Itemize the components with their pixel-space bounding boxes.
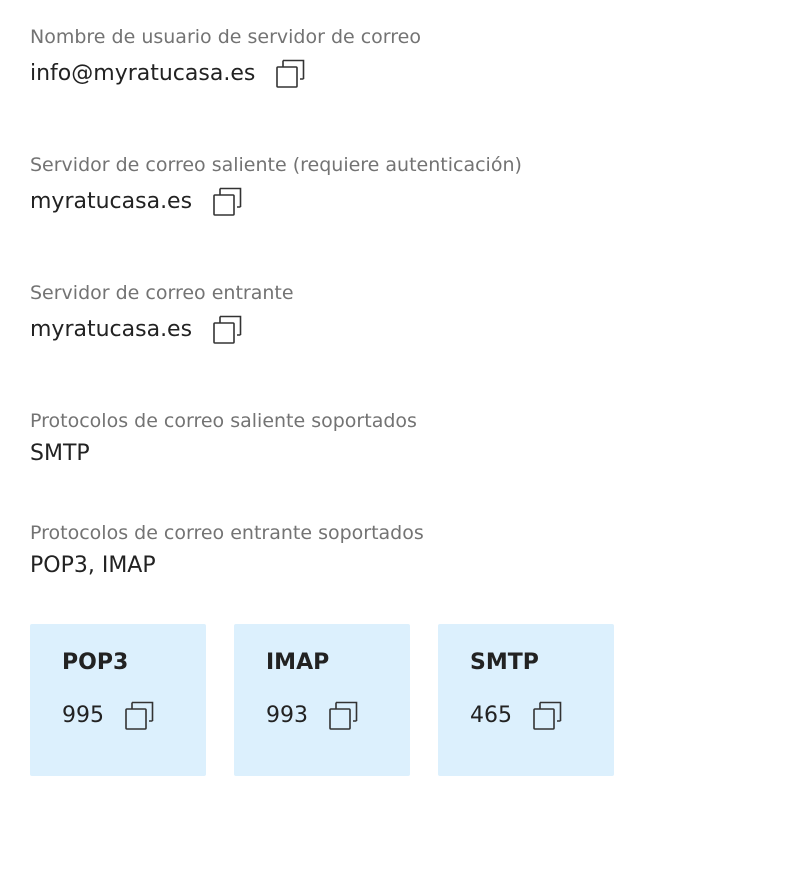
copy-username-button[interactable] — [273, 56, 309, 92]
copy-icon — [213, 315, 242, 344]
port-card-row: 993 — [266, 696, 410, 736]
username-field: Nombre de usuario de servidor de correo … — [30, 22, 421, 96]
incoming-server-value-row: myratucasa.es — [30, 308, 294, 352]
copy-icon — [125, 701, 154, 730]
incoming-server-label: Servidor de correo entrante — [30, 282, 294, 304]
copy-icon — [533, 701, 562, 730]
copy-icon — [329, 701, 358, 730]
outgoing-server-value[interactable]: myratucasa.es — [30, 180, 192, 224]
outgoing-protocols-value: SMTP — [30, 441, 90, 466]
port-number[interactable]: 995 — [62, 696, 104, 736]
port-number[interactable]: 993 — [266, 696, 308, 736]
port-number[interactable]: 465 — [470, 696, 512, 736]
port-cards: POP3 995 IMAP 993 SMTP 465 — [30, 624, 614, 776]
port-card-name: POP3 — [62, 650, 129, 675]
incoming-protocols-field: Protocolos de correo entrante soportados… — [30, 518, 424, 584]
port-card-imap: IMAP 993 — [234, 624, 410, 776]
port-card-name: IMAP — [266, 650, 330, 675]
port-card-pop3: POP3 995 — [30, 624, 206, 776]
copy-imap-port-button[interactable] — [326, 698, 362, 734]
copy-smtp-port-button[interactable] — [530, 698, 566, 734]
copy-outgoing-server-button[interactable] — [210, 184, 246, 220]
username-value-row: info@myratucasa.es — [30, 52, 421, 96]
outgoing-protocols-field: Protocolos de correo saliente soportados… — [30, 406, 417, 472]
incoming-protocols-label: Protocolos de correo entrante soportados — [30, 522, 424, 544]
copy-pop3-port-button[interactable] — [122, 698, 158, 734]
port-card-row: 465 — [470, 696, 614, 736]
outgoing-protocols-label: Protocolos de correo saliente soportados — [30, 410, 417, 432]
outgoing-server-label: Servidor de correo saliente (requiere au… — [30, 154, 522, 176]
username-value[interactable]: info@myratucasa.es — [30, 52, 255, 96]
incoming-server-value[interactable]: myratucasa.es — [30, 308, 192, 352]
outgoing-server-value-row: myratucasa.es — [30, 180, 522, 224]
copy-icon — [276, 59, 305, 88]
username-label: Nombre de usuario de servidor de correo — [30, 26, 421, 48]
port-card-smtp: SMTP 465 — [438, 624, 614, 776]
port-card-name: SMTP — [470, 650, 539, 675]
incoming-server-field: Servidor de correo entrante myratucasa.e… — [30, 278, 294, 352]
copy-incoming-server-button[interactable] — [210, 312, 246, 348]
incoming-protocols-value: POP3, IMAP — [30, 553, 156, 578]
outgoing-server-field: Servidor de correo saliente (requiere au… — [30, 150, 522, 224]
port-card-row: 995 — [62, 696, 206, 736]
copy-icon — [213, 187, 242, 216]
